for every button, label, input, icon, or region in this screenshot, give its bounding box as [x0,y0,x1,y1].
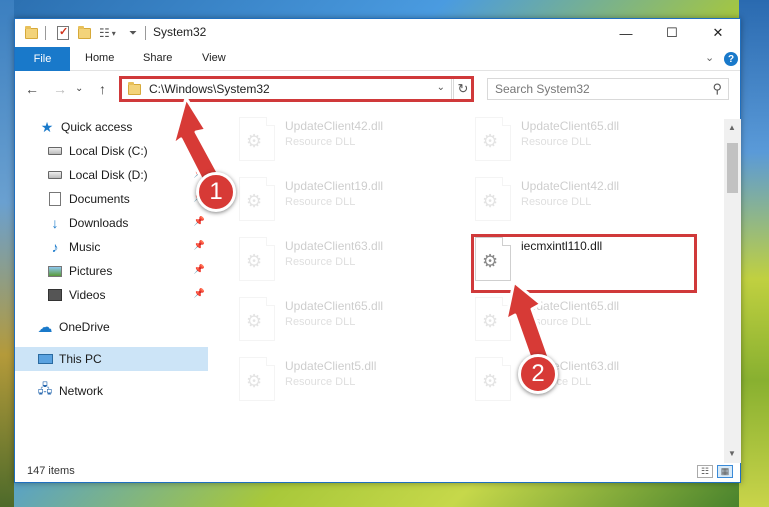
arrow-2 [504,280,552,368]
annotation-arrows [171,96,552,368]
step-badge-2: 2 [518,354,558,394]
step-badge-1: 1 [196,172,236,212]
